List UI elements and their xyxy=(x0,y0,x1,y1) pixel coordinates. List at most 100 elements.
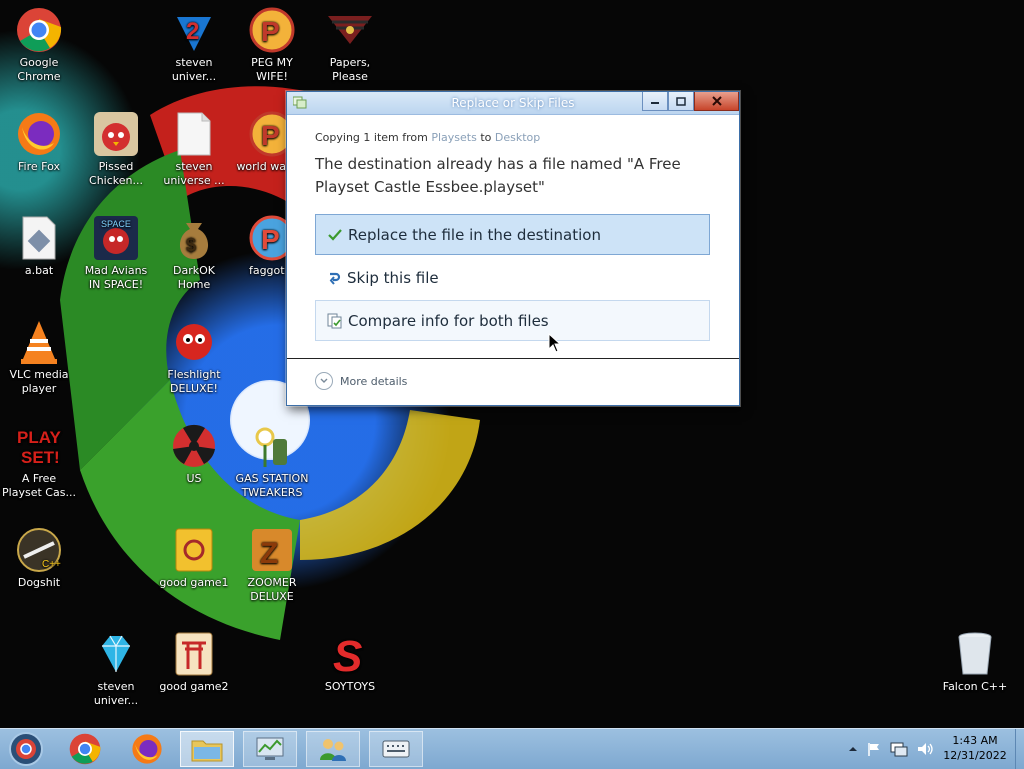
icon-label: A Free Playset Cas... xyxy=(2,472,76,499)
icon-label: Pissed Chicken... xyxy=(89,160,143,187)
taskbar-chrome[interactable] xyxy=(58,731,112,767)
compare-option-label: Compare info for both files xyxy=(348,311,549,330)
desktop-icon-mad-avians[interactable]: SPACE Mad Avians IN SPACE! xyxy=(78,214,154,292)
desktop-icon-google-chrome[interactable]: Google Chrome xyxy=(1,6,77,84)
icon-label: Fleshlight DELUXE! xyxy=(167,368,221,395)
clock-date: 12/31/2022 xyxy=(943,749,1007,762)
close-icon xyxy=(711,96,722,106)
svg-text:P: P xyxy=(261,16,280,47)
desktop-icon-papers-please[interactable]: Papers, Please xyxy=(312,6,388,84)
taskbar-keyboard[interactable] xyxy=(369,731,423,767)
desktop-icon-vlc[interactable]: VLC media player xyxy=(1,318,77,396)
taskbar: 1:43 AM 12/31/2022 xyxy=(0,728,1024,769)
taskbar-task-manager[interactable] xyxy=(243,731,297,767)
desktop-icon-recycle-bin[interactable]: Falcon C++ xyxy=(937,630,1013,694)
replace-option-label: Replace the file in the destination xyxy=(348,225,601,244)
minimize-button[interactable] xyxy=(642,92,668,111)
source-folder-link[interactable]: Playsets xyxy=(431,131,476,144)
volume-icon[interactable] xyxy=(916,741,934,757)
desktop-icon-steven-universe[interactable]: 2 steven univer... xyxy=(156,6,232,84)
desktop-icon-pissed-chicken[interactable]: Pissed Chicken... xyxy=(78,110,154,188)
desktop-icon-good-game2[interactable]: good game2 xyxy=(156,630,232,694)
svg-text:2: 2 xyxy=(186,18,199,45)
svg-text:S: S xyxy=(333,632,362,677)
icon-label: Fire Fox xyxy=(18,160,60,173)
close-button[interactable] xyxy=(694,92,739,111)
icon-label: a.bat xyxy=(24,264,54,277)
icon-label: Falcon C++ xyxy=(942,680,1008,693)
start-orb-icon xyxy=(9,732,43,766)
icon-label: SOYTOYS xyxy=(324,680,376,693)
conflict-message: The destination already has a file named… xyxy=(315,155,681,196)
desktop-icon-darkok-home[interactable]: $ DarkOK Home xyxy=(156,214,232,292)
icon-label: Mad Avians IN SPACE! xyxy=(84,264,148,291)
taskbar-network-users[interactable] xyxy=(306,731,360,767)
destination-folder-link[interactable]: Desktop xyxy=(495,131,540,144)
icon-label: Papers, Please xyxy=(329,56,371,83)
skip-file-option[interactable]: Skip this file xyxy=(315,257,710,298)
show-desktop-button[interactable] xyxy=(1015,729,1024,769)
dialog-divider xyxy=(287,358,739,359)
darkok-home-icon: $ xyxy=(170,214,218,262)
google-chrome-icon xyxy=(15,6,63,54)
icon-label: US xyxy=(186,472,202,485)
desktop-icon-good-game1[interactable]: good game1 xyxy=(156,526,232,590)
desktop-icon-fleshlight-deluxe[interactable]: Fleshlight DELUXE! xyxy=(156,318,232,396)
svg-text:P: P xyxy=(261,120,280,151)
start-button[interactable] xyxy=(0,731,52,767)
firefox-icon xyxy=(132,734,162,764)
skip-option-label: Skip this file xyxy=(347,268,439,287)
fleshlight-deluxe-icon xyxy=(170,318,218,366)
dialog-titlebar[interactable]: Replace or Skip Files xyxy=(287,92,739,115)
desktop-icon-peg-my-wife[interactable]: P PEG MY WIFE! xyxy=(234,6,310,84)
zoomer-deluxe-icon: Z xyxy=(248,526,296,574)
skip-arrow-icon xyxy=(323,271,345,285)
task-manager-icon xyxy=(256,737,284,760)
gas-station-tweakers-icon xyxy=(248,422,296,470)
desktop-icon-playset[interactable]: PLAY SET! A Free Playset Cas... xyxy=(1,422,77,500)
svg-text:Z: Z xyxy=(260,537,278,570)
desktop-icon-steven-universe-diamond[interactable]: steven univer... xyxy=(78,630,154,708)
desktop-icon-zoomer-deluxe[interactable]: Z ZOOMER DELUXE xyxy=(234,526,310,604)
taskbar-explorer[interactable] xyxy=(180,731,234,767)
svg-text:SPACE: SPACE xyxy=(101,219,131,229)
peg-my-wife-icon: P xyxy=(248,6,296,54)
icon-label: DarkOK Home xyxy=(173,264,215,291)
icon-label: steven universe ... xyxy=(163,160,225,187)
replace-file-option[interactable]: Replace the file in the destination xyxy=(315,214,710,255)
icon-label: steven univer... xyxy=(93,680,139,707)
more-details-toggle[interactable]: More details xyxy=(315,372,407,390)
keyboard-icon xyxy=(382,740,410,758)
icon-label: steven univer... xyxy=(171,56,217,83)
copying-status: Copying 1 item from Playsets to Desktop xyxy=(315,131,711,144)
us-radiation-icon xyxy=(170,422,218,470)
taskbar-firefox[interactable] xyxy=(120,731,174,767)
copying-prefix: Copying 1 item from xyxy=(315,131,432,144)
steven-universe-file-icon xyxy=(170,110,218,158)
mad-avians-icon: SPACE xyxy=(92,214,140,262)
taskbar-clock[interactable]: 1:43 AM 12/31/2022 xyxy=(938,733,1012,763)
network-icon[interactable] xyxy=(890,741,908,757)
compare-files-option[interactable]: Compare info for both files xyxy=(315,300,710,341)
svg-text:PLAY: PLAY xyxy=(17,428,61,447)
maximize-button[interactable] xyxy=(668,92,694,111)
show-hidden-icons-icon[interactable] xyxy=(848,744,858,754)
desktop-icon-us[interactable]: US xyxy=(156,422,232,486)
icon-label: good game1 xyxy=(159,576,229,589)
desktop-icon-firefox[interactable]: Fire Fox xyxy=(1,110,77,174)
vlc-icon xyxy=(15,318,63,366)
svg-text:$: $ xyxy=(186,235,196,255)
minimize-icon xyxy=(651,102,659,104)
pissed-chicken-icon xyxy=(92,110,140,158)
desktop-icon-soytoys[interactable]: S SOYTOYS xyxy=(312,630,388,694)
checkmark-icon xyxy=(324,228,346,241)
good-game2-icon xyxy=(170,630,218,678)
action-center-flag-icon[interactable] xyxy=(866,741,882,757)
desktop-icon-a-bat[interactable]: a.bat xyxy=(1,214,77,278)
desktop-icon-steven-universe-file[interactable]: steven universe ... xyxy=(156,110,232,188)
desktop-icon-dogshit[interactable]: C++ Dogshit xyxy=(1,526,77,590)
system-tray xyxy=(848,729,934,769)
desktop-icon-gas-station-tweakers[interactable]: GAS STATION TWEAKERS xyxy=(234,422,310,500)
copying-to: to xyxy=(476,131,495,144)
playset-icon: PLAY SET! xyxy=(15,422,63,470)
